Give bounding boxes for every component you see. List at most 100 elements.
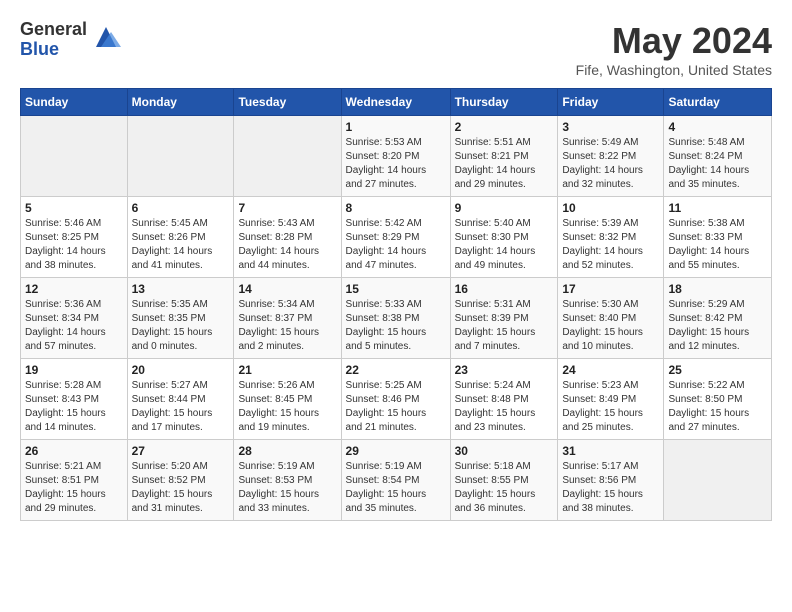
table-row <box>664 440 772 521</box>
calendar-week-row: 19 Sunrise: 5:28 AM Sunset: 8:43 PM Dayli… <box>21 359 772 440</box>
logo-blue-text: Blue <box>20 40 87 60</box>
table-row: 10Sunrise: 5:39 AM Sunset: 8:32 PM Dayli… <box>558 197 664 278</box>
table-row: 29Sunrise: 5:19 AM Sunset: 8:54 PM Dayli… <box>341 440 450 521</box>
table-row: 12Sunrise: 5:36 AM Sunset: 8:34 PM Dayli… <box>21 278 128 359</box>
day-info: Sunrise: 5:38 AM Sunset: 8:33 PM Dayligh… <box>668 217 767 273</box>
table-row: 27 Sunrise: 5:20 AM Sunset: 8:52 PM Dayli… <box>127 440 234 521</box>
day-number: 5 <box>25 201 123 215</box>
day-info: Sunrise: 5:40 AM Sunset: 8:30 PM Dayligh… <box>455 217 554 273</box>
col-sunday: Sunday <box>21 89 128 116</box>
col-friday: Friday <box>558 89 664 116</box>
day-info: Sunrise: 5:42 AM Sunset: 8:29 PM Dayligh… <box>346 217 446 273</box>
table-row: 24Sunrise: 5:23 AM Sunset: 8:49 PM Dayli… <box>558 359 664 440</box>
day-info: Sunrise: 5:53 AM Sunset: 8:20 PM Dayligh… <box>346 136 446 192</box>
title-area: May 2024 Fife, Washington, United States <box>576 20 772 78</box>
day-number: 14 <box>238 282 336 296</box>
day-number: 19 <box>25 363 123 377</box>
table-row: 30Sunrise: 5:18 AM Sunset: 8:55 PM Dayli… <box>450 440 558 521</box>
day-number: 2 <box>455 120 554 134</box>
day-info: Sunrise: 5:22 AM Sunset: 8:50 PM Dayligh… <box>668 379 767 435</box>
table-row: 17Sunrise: 5:30 AM Sunset: 8:40 PM Dayli… <box>558 278 664 359</box>
table-row: 19 Sunrise: 5:28 AM Sunset: 8:43 PM Dayli… <box>21 359 128 440</box>
logo: General Blue <box>20 20 121 60</box>
day-info: Sunrise: 5:34 AM Sunset: 8:37 PM Dayligh… <box>238 298 336 354</box>
table-row: 1 Sunrise: 5:53 AM Sunset: 8:20 PM Daylig… <box>341 116 450 197</box>
day-info: Sunrise: 5:43 AM Sunset: 8:28 PM Dayligh… <box>238 217 336 273</box>
day-number: 20 <box>132 363 230 377</box>
day-number: 30 <box>455 444 554 458</box>
table-row: 21 Sunrise: 5:26 AM Sunset: 8:45 PM Dayli… <box>234 359 341 440</box>
col-tuesday: Tuesday <box>234 89 341 116</box>
day-info: Sunrise: 5:26 AM Sunset: 8:45 PM Dayligh… <box>238 379 336 435</box>
table-row <box>234 116 341 197</box>
day-info: Sunrise: 5:17 AM Sunset: 8:56 PM Dayligh… <box>562 460 659 516</box>
day-number: 7 <box>238 201 336 215</box>
day-info: Sunrise: 5:25 AM Sunset: 8:46 PM Dayligh… <box>346 379 446 435</box>
day-info: Sunrise: 5:49 AM Sunset: 8:22 PM Dayligh… <box>562 136 659 192</box>
day-info: Sunrise: 5:48 AM Sunset: 8:24 PM Dayligh… <box>668 136 767 192</box>
day-number: 31 <box>562 444 659 458</box>
day-number: 4 <box>668 120 767 134</box>
col-wednesday: Wednesday <box>341 89 450 116</box>
day-number: 21 <box>238 363 336 377</box>
table-row: 8 Sunrise: 5:42 AM Sunset: 8:29 PM Daylig… <box>341 197 450 278</box>
day-info: Sunrise: 5:21 AM Sunset: 8:51 PM Dayligh… <box>25 460 123 516</box>
day-info: Sunrise: 5:19 AM Sunset: 8:53 PM Dayligh… <box>238 460 336 516</box>
day-number: 15 <box>346 282 446 296</box>
col-monday: Monday <box>127 89 234 116</box>
day-number: 9 <box>455 201 554 215</box>
table-row: 7 Sunrise: 5:43 AM Sunset: 8:28 PM Daylig… <box>234 197 341 278</box>
table-row: 6 Sunrise: 5:45 AM Sunset: 8:26 PM Daylig… <box>127 197 234 278</box>
day-number: 25 <box>668 363 767 377</box>
day-info: Sunrise: 5:39 AM Sunset: 8:32 PM Dayligh… <box>562 217 659 273</box>
table-row: 14 Sunrise: 5:34 AM Sunset: 8:37 PM Dayli… <box>234 278 341 359</box>
table-row: 3 Sunrise: 5:49 AM Sunset: 8:22 PM Daylig… <box>558 116 664 197</box>
calendar-week-row: 26 Sunrise: 5:21 AM Sunset: 8:51 PM Dayli… <box>21 440 772 521</box>
table-row: 20Sunrise: 5:27 AM Sunset: 8:44 PM Dayli… <box>127 359 234 440</box>
table-row: 2Sunrise: 5:51 AM Sunset: 8:21 PM Daylig… <box>450 116 558 197</box>
day-number: 12 <box>25 282 123 296</box>
day-number: 6 <box>132 201 230 215</box>
table-row: 26 Sunrise: 5:21 AM Sunset: 8:51 PM Dayli… <box>21 440 128 521</box>
day-number: 23 <box>455 363 554 377</box>
day-info: Sunrise: 5:45 AM Sunset: 8:26 PM Dayligh… <box>132 217 230 273</box>
table-row: 15 Sunrise: 5:33 AM Sunset: 8:38 PM Dayli… <box>341 278 450 359</box>
table-row: 25 Sunrise: 5:22 AM Sunset: 8:50 PM Dayli… <box>664 359 772 440</box>
day-number: 26 <box>25 444 123 458</box>
day-number: 28 <box>238 444 336 458</box>
day-info: Sunrise: 5:30 AM Sunset: 8:40 PM Dayligh… <box>562 298 659 354</box>
table-row: 4 Sunrise: 5:48 AM Sunset: 8:24 PM Daylig… <box>664 116 772 197</box>
calendar-table: Sunday Monday Tuesday Wednesday Thursday… <box>20 88 772 521</box>
table-row: 11 Sunrise: 5:38 AM Sunset: 8:33 PM Dayli… <box>664 197 772 278</box>
table-row: 28 Sunrise: 5:19 AM Sunset: 8:53 PM Dayli… <box>234 440 341 521</box>
day-number: 24 <box>562 363 659 377</box>
day-info: Sunrise: 5:28 AM Sunset: 8:43 PM Dayligh… <box>25 379 123 435</box>
day-info: Sunrise: 5:46 AM Sunset: 8:25 PM Dayligh… <box>25 217 123 273</box>
calendar-week-row: 12Sunrise: 5:36 AM Sunset: 8:34 PM Dayli… <box>21 278 772 359</box>
day-info: Sunrise: 5:29 AM Sunset: 8:42 PM Dayligh… <box>668 298 767 354</box>
table-row: 9 Sunrise: 5:40 AM Sunset: 8:30 PM Daylig… <box>450 197 558 278</box>
day-number: 22 <box>346 363 446 377</box>
day-number: 27 <box>132 444 230 458</box>
day-info: Sunrise: 5:24 AM Sunset: 8:48 PM Dayligh… <box>455 379 554 435</box>
day-number: 11 <box>668 201 767 215</box>
table-row: 5 Sunrise: 5:46 AM Sunset: 8:25 PM Daylig… <box>21 197 128 278</box>
page-header: General Blue May 2024 Fife, Washington, … <box>20 20 772 78</box>
table-row: 22 Sunrise: 5:25 AM Sunset: 8:46 PM Dayli… <box>341 359 450 440</box>
day-info: Sunrise: 5:33 AM Sunset: 8:38 PM Dayligh… <box>346 298 446 354</box>
month-title: May 2024 <box>576 20 772 62</box>
day-number: 13 <box>132 282 230 296</box>
col-saturday: Saturday <box>664 89 772 116</box>
day-info: Sunrise: 5:31 AM Sunset: 8:39 PM Dayligh… <box>455 298 554 354</box>
day-number: 3 <box>562 120 659 134</box>
day-number: 8 <box>346 201 446 215</box>
day-number: 18 <box>668 282 767 296</box>
day-number: 29 <box>346 444 446 458</box>
table-row: 23 Sunrise: 5:24 AM Sunset: 8:48 PM Dayli… <box>450 359 558 440</box>
logo-general-text: General <box>20 20 87 40</box>
day-info: Sunrise: 5:20 AM Sunset: 8:52 PM Dayligh… <box>132 460 230 516</box>
table-row <box>127 116 234 197</box>
table-row: 18 Sunrise: 5:29 AM Sunset: 8:42 PM Dayli… <box>664 278 772 359</box>
day-number: 1 <box>346 120 446 134</box>
day-number: 16 <box>455 282 554 296</box>
